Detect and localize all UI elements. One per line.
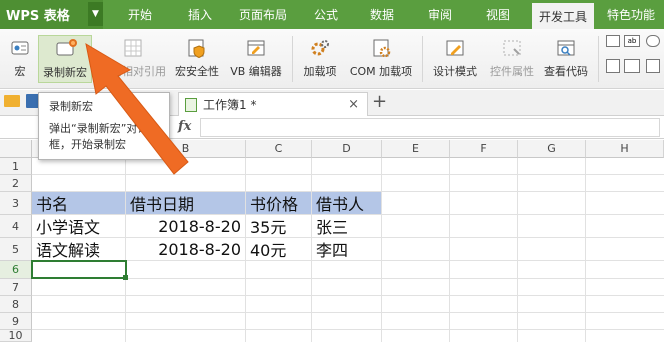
- row-header-3[interactable]: 3: [0, 192, 32, 215]
- row-header-4[interactable]: 4: [0, 215, 32, 238]
- gridline: [585, 158, 586, 342]
- tab-data[interactable]: 数据: [362, 0, 402, 29]
- tab-view[interactable]: 视图: [478, 0, 518, 29]
- table-cell[interactable]: 张三: [312, 215, 382, 238]
- select-all-corner[interactable]: [0, 140, 32, 158]
- column-header-c[interactable]: C: [246, 140, 312, 158]
- tab-page-layout[interactable]: 页面布局: [232, 0, 294, 29]
- view-code-label: 查看代码: [544, 65, 588, 78]
- vb-editor-label: VB 编辑器: [230, 65, 282, 78]
- tab-developer[interactable]: 开发工具: [532, 3, 594, 29]
- control-properties-icon: [501, 35, 523, 61]
- tab-special-features[interactable]: 特色功能: [600, 0, 662, 29]
- document-tab[interactable]: 工作簿1 * ×: [178, 92, 368, 116]
- ribbon-separator: [598, 36, 599, 82]
- gridline: [32, 295, 664, 296]
- vb-editor-icon: [245, 35, 267, 61]
- gear-icon: [309, 35, 331, 61]
- gridline: [32, 312, 664, 313]
- ribbon-separator: [422, 36, 423, 82]
- row-header-9[interactable]: 9: [0, 313, 32, 330]
- gridline: [449, 158, 450, 342]
- table-cell[interactable]: 李四: [312, 238, 382, 261]
- formula-input[interactable]: [200, 118, 660, 137]
- com-addins-button[interactable]: COM 加载项: [344, 35, 418, 83]
- row-header-5[interactable]: 5: [0, 238, 32, 261]
- table-header-cell[interactable]: 借书日期: [126, 192, 246, 215]
- column-header-h[interactable]: H: [586, 140, 664, 158]
- fill-handle[interactable]: [123, 275, 128, 280]
- radio-control-icon[interactable]: [646, 35, 660, 47]
- com-addins-icon: [370, 35, 392, 61]
- chevron-down-icon[interactable]: ▼: [88, 2, 103, 26]
- control-properties-label: 控件属性: [490, 65, 534, 78]
- spin-control-icon[interactable]: [646, 59, 660, 73]
- table-cell[interactable]: 2018-8-20: [126, 215, 246, 238]
- tab-home[interactable]: 开始: [116, 0, 164, 29]
- row-header-2[interactable]: 2: [0, 175, 32, 192]
- column-header-d[interactable]: D: [312, 140, 382, 158]
- macro-button[interactable]: 宏: [6, 35, 34, 83]
- add-tab-icon[interactable]: +: [372, 91, 387, 112]
- tab-formula[interactable]: 公式: [306, 0, 346, 29]
- close-tab-icon[interactable]: ×: [348, 97, 359, 112]
- row-header-6[interactable]: 6: [0, 261, 32, 279]
- menu-bar: WPS 表格 ▼ 开始 插入 页面布局 公式 数据 审阅 视图 开发工具 特色功…: [0, 0, 664, 29]
- macro-icon: [9, 35, 31, 61]
- listbox-control-icon[interactable]: [606, 59, 620, 73]
- tab-insert[interactable]: 插入: [178, 0, 222, 29]
- open-folder-icon[interactable]: [4, 95, 20, 107]
- checkbox-control-icon[interactable]: [606, 35, 620, 47]
- com-addins-label: COM 加载项: [349, 65, 413, 78]
- document-tab-label: 工作簿1 *: [203, 98, 257, 112]
- vb-editor-button[interactable]: VB 编辑器: [226, 35, 286, 83]
- table-cell[interactable]: 35元: [246, 215, 312, 238]
- gridline: [517, 158, 518, 342]
- addins-label: 加载项: [303, 65, 337, 78]
- macro-label: 宏: [14, 65, 26, 78]
- app-menu-button[interactable]: WPS 表格 ▼: [0, 0, 103, 29]
- addins-button[interactable]: 加载项: [298, 35, 342, 83]
- row-header-10[interactable]: 10: [0, 329, 32, 342]
- table-cell[interactable]: 2018-8-20: [126, 238, 246, 261]
- table-cell[interactable]: 40元: [246, 238, 312, 261]
- table-header-cell[interactable]: 书价格: [246, 192, 312, 215]
- table-cell[interactable]: 语文解读: [32, 238, 126, 261]
- textbox-control-icon[interactable]: ab: [624, 35, 640, 47]
- table-cell[interactable]: 小学语文: [32, 215, 126, 238]
- view-code-icon: [555, 35, 577, 61]
- gridline: [32, 329, 664, 330]
- column-header-f[interactable]: F: [450, 140, 518, 158]
- ribbon-separator: [292, 36, 293, 82]
- design-mode-button[interactable]: 设计模式: [428, 35, 482, 83]
- design-mode-icon: [444, 35, 466, 61]
- record-macro-icon: [53, 36, 77, 62]
- column-header-e[interactable]: E: [382, 140, 450, 158]
- annotation-arrow-icon: [85, 42, 189, 175]
- tab-review[interactable]: 审阅: [420, 0, 460, 29]
- row-header-1[interactable]: 1: [0, 158, 32, 175]
- design-mode-label: 设计模式: [433, 65, 477, 78]
- column-header-g[interactable]: G: [518, 140, 586, 158]
- control-properties-button[interactable]: 控件属性: [486, 35, 538, 83]
- row-header-7[interactable]: 7: [0, 279, 32, 296]
- row-header-8[interactable]: 8: [0, 296, 32, 313]
- combobox-control-icon[interactable]: [624, 59, 640, 73]
- selected-cell-a6[interactable]: [31, 260, 127, 279]
- view-code-button[interactable]: 查看代码: [540, 35, 592, 83]
- table-header-cell[interactable]: 书名: [32, 192, 126, 215]
- app-name: WPS 表格: [6, 9, 70, 24]
- table-header-cell[interactable]: 借书人: [312, 192, 382, 215]
